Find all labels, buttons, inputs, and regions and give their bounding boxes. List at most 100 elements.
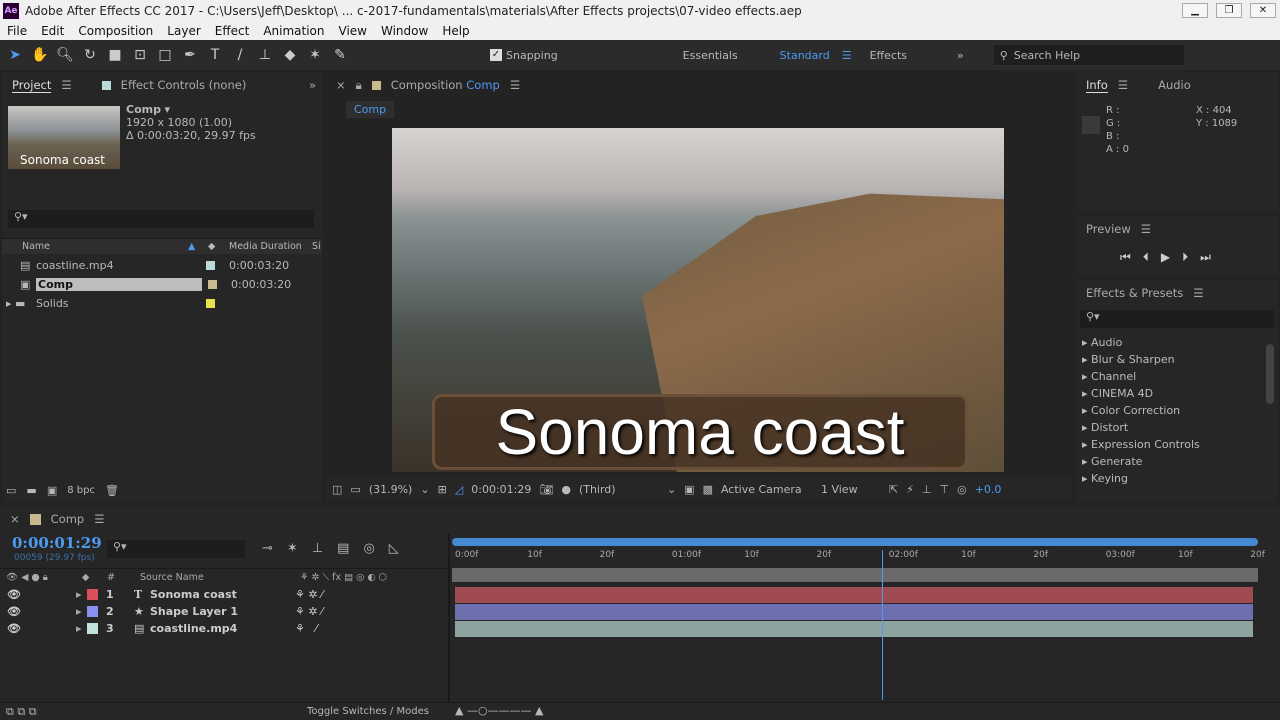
layer-bar[interactable] — [455, 604, 1253, 620]
label-column-icon[interactable]: ◆ — [208, 239, 215, 255]
time-navigator[interactable] — [452, 538, 1258, 546]
interpret-footage-icon[interactable]: ▭ — [6, 484, 16, 497]
always-preview-icon[interactable]: ◫ — [332, 483, 342, 496]
project-item[interactable]: ▣ Comp 0:00:03:20 — [2, 275, 322, 294]
close-tab-icon[interactable]: × — [10, 512, 20, 526]
clone-stamp-tool-icon[interactable]: ⊥ — [255, 45, 275, 65]
expand-icon[interactable]: ▸ — [76, 622, 87, 635]
menu-window[interactable]: Window — [381, 24, 428, 38]
eraser-tool-icon[interactable]: ◆ — [280, 45, 300, 65]
menu-help[interactable]: Help — [442, 24, 469, 38]
frame-blending-icon[interactable]: ▤ — [337, 541, 349, 556]
region-of-interest-icon[interactable]: ⊞ — [438, 483, 447, 496]
timeline-footer-icons[interactable]: ⧉ ⧉ ⧉ — [6, 705, 37, 719]
reset-exposure-icon[interactable]: ◎ — [957, 483, 967, 496]
visibility-icon[interactable]: 👁︎ — [0, 622, 76, 635]
tab-composition[interactable]: Composition Comp — [391, 78, 500, 92]
workspace-menu-icon[interactable]: ☰ — [842, 49, 852, 62]
effect-category[interactable]: ▸ Expression Controls — [1076, 436, 1278, 453]
label-swatch[interactable] — [87, 606, 98, 617]
puppet-tool-icon[interactable]: ✎ — [330, 45, 350, 65]
expand-icon[interactable]: ▸ — [76, 588, 87, 601]
work-area-bar[interactable] — [452, 568, 1258, 582]
pan-behind-tool-icon[interactable]: ⊡ — [130, 45, 150, 65]
camera-tool-icon[interactable]: ■ — [105, 45, 125, 65]
label-swatch[interactable] — [87, 589, 98, 600]
project-item[interactable]: ▸ ▬ Solids — [2, 294, 322, 313]
selection-tool-icon[interactable]: ➤ — [5, 45, 25, 65]
more-workspaces-icon[interactable]: » — [957, 49, 964, 62]
type-tool-icon[interactable]: T — [205, 45, 225, 65]
comp-nav-tab[interactable]: Comp — [346, 101, 395, 118]
resolution-dropdown[interactable]: (Third) — [579, 483, 659, 496]
workspace-standard[interactable]: Standard — [780, 49, 830, 62]
menu-animation[interactable]: Animation — [263, 24, 324, 38]
tab-effect-controls[interactable]: Effect Controls (none) — [121, 78, 247, 92]
project-search-input[interactable]: ⚲▾ — [8, 210, 314, 228]
roto-brush-tool-icon[interactable]: ✶ — [305, 45, 325, 65]
camera-dropdown[interactable]: Active Camera — [721, 483, 813, 496]
next-frame-icon[interactable]: ⏵ — [1182, 250, 1188, 265]
layer-switches[interactable]: ⚘ ✲ ⁄ — [295, 588, 323, 601]
snapping-checkbox[interactable]: ✓ — [490, 49, 502, 61]
monitor-icon[interactable]: ▭ — [350, 483, 360, 496]
snapshot-icon[interactable]: 📷︎ — [539, 483, 553, 496]
timeline-divider[interactable] — [448, 534, 450, 704]
magnification-dropdown[interactable]: (31.9%) — [369, 483, 413, 496]
zoom-tool-icon[interactable]: 🔍︎ — [55, 45, 75, 65]
composition-viewer[interactable]: Sonoma coast — [392, 128, 1004, 472]
search-help-input[interactable]: ⚲ Search Help — [993, 45, 1184, 65]
workspace-essentials[interactable]: Essentials — [683, 49, 753, 62]
effect-category[interactable]: ▸ Keying — [1076, 470, 1278, 487]
layer-row[interactable]: 👁︎ ▸ 3 ▤ coastline.mp4 ⚘ ⁄ — [0, 620, 448, 637]
effect-category[interactable]: ▸ Channel — [1076, 368, 1278, 385]
current-time-display[interactable]: 0:00:01:29 — [471, 483, 531, 496]
shy-layers-icon[interactable]: ⊥ — [312, 541, 323, 556]
layer-row[interactable]: 👁︎ ▸ 2 ★ Shape Layer 1 ⚘ ✲ ⁄ — [0, 603, 448, 620]
effect-category[interactable]: ▸ Distort — [1076, 419, 1278, 436]
menu-view[interactable]: View — [339, 24, 367, 38]
layer-row[interactable]: 👁︎ ▸ 1 T Sonoma coast ⚘ ✲ ⁄ — [0, 586, 448, 603]
effect-category[interactable]: ▸ CINEMA 4D — [1076, 385, 1278, 402]
panel-menu-icon[interactable]: ☰ — [61, 78, 71, 92]
layer-name[interactable]: coastline.mp4 — [150, 622, 295, 635]
panel-menu-icon[interactable]: ☰ — [1118, 78, 1128, 92]
layer-name[interactable]: Sonoma coast — [150, 588, 295, 601]
layer-bar[interactable] — [455, 621, 1253, 637]
menu-layer[interactable]: Layer — [167, 24, 200, 38]
fast-preview-icon[interactable]: ⚡ — [906, 483, 914, 496]
new-folder-icon[interactable]: ▬ — [26, 484, 36, 497]
minimize-button[interactable]: ▁ — [1182, 3, 1208, 18]
transparency-grid-icon[interactable]: ▩ — [703, 483, 713, 496]
panel-menu-icon[interactable]: ☰ — [94, 512, 104, 526]
column-source-name[interactable]: Source Name — [140, 569, 204, 587]
snapping-toggle[interactable]: ✓ Snapping — [490, 49, 558, 62]
hand-tool-icon[interactable]: ✋ — [30, 45, 50, 65]
timeline-search-input[interactable]: ⚲▾ — [107, 540, 245, 558]
toggle-pixel-aspect-icon[interactable]: ⇱ — [889, 483, 898, 496]
last-frame-icon[interactable]: ⏭ — [1200, 250, 1211, 265]
first-frame-icon[interactable]: ⏮ — [1120, 250, 1131, 265]
visibility-icon[interactable]: 👁︎ — [0, 588, 76, 601]
tab-project[interactable]: Project — [12, 78, 52, 93]
close-button[interactable]: ✕ — [1250, 3, 1276, 18]
previous-frame-icon[interactable]: ⏴ — [1143, 250, 1149, 265]
layer-bar[interactable] — [455, 587, 1253, 603]
layer-switches[interactable]: ⚘ ✲ ⁄ — [295, 605, 323, 618]
rectangle-tool-icon[interactable]: □ — [155, 45, 175, 65]
flowchart-icon[interactable]: ⊤ — [940, 483, 950, 496]
timeline-current-time[interactable]: 0:00:01:29 — [12, 534, 102, 552]
exposure-value[interactable]: +0.0 — [975, 483, 1002, 496]
toggle-switches-modes-button[interactable]: Toggle Switches / Modes — [307, 706, 429, 717]
mask-visibility-icon[interactable]: ◿ — [455, 483, 463, 496]
menu-file[interactable]: File — [7, 24, 27, 38]
tab-info[interactable]: Info — [1086, 78, 1108, 93]
tab-timeline-comp[interactable]: Comp — [51, 512, 85, 526]
effect-category[interactable]: ▸ Blur & Sharpen — [1076, 351, 1278, 368]
menu-composition[interactable]: Composition — [78, 24, 153, 38]
menu-edit[interactable]: Edit — [41, 24, 64, 38]
playhead[interactable] — [882, 550, 884, 700]
zoom-out-icon[interactable]: ▲ —○———— ▲ — [455, 704, 544, 717]
expand-icon[interactable]: ▸ — [76, 605, 87, 618]
motion-blur-icon[interactable]: ◎ — [363, 541, 374, 556]
